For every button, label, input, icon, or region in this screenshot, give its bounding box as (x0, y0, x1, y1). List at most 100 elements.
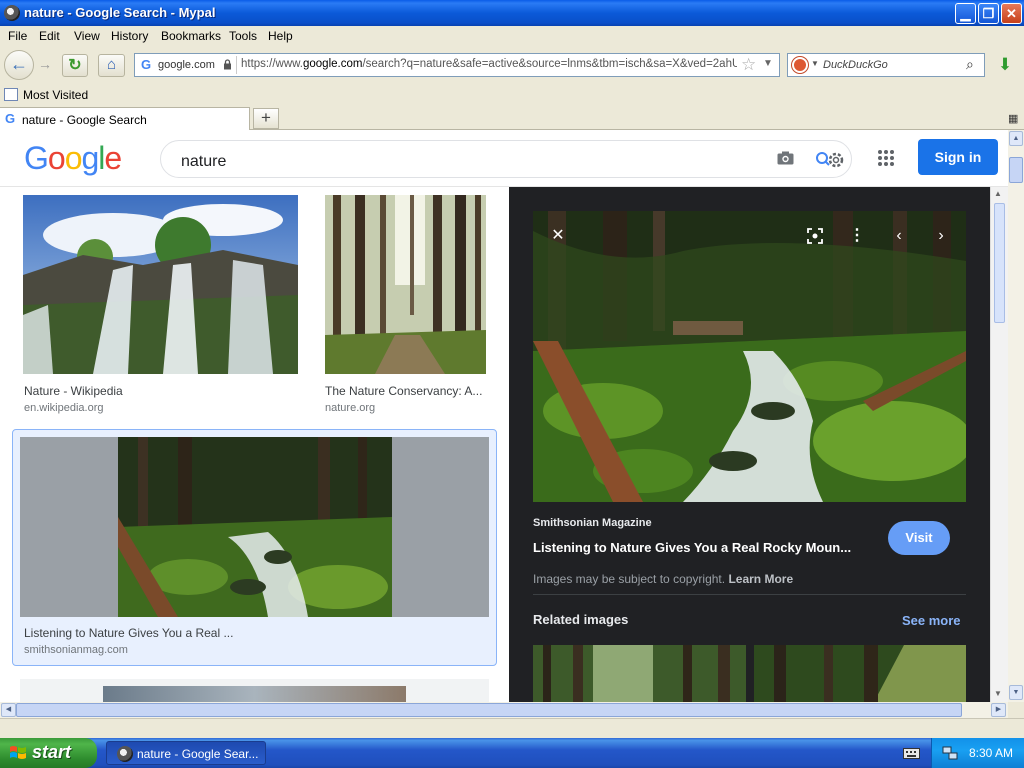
copyright-notice: Images may be subject to copyright. Lear… (533, 572, 794, 586)
taskbar-item-mypal[interactable]: nature - Google Sear... (106, 741, 266, 765)
visit-button[interactable]: Visit (888, 521, 950, 555)
result-source[interactable]: en.wikipedia.org (24, 402, 104, 414)
clock[interactable]: 8:30 AM (969, 746, 1013, 760)
menu-tools[interactable]: Tools (229, 29, 257, 43)
page-scroll-up-icon[interactable]: ▲ (1009, 131, 1023, 146)
page-content: Google nature Sign in Nature - Wikipedia… (0, 130, 1008, 702)
related-images-heading: Related images (533, 612, 629, 627)
result-source[interactable]: nature.org (325, 402, 375, 414)
engine-dropdown-icon[interactable]: ▼ (811, 59, 819, 68)
duckduckgo-icon[interactable] (792, 57, 808, 73)
url-dropdown-icon[interactable]: ▼ (763, 58, 773, 69)
search-magnifier-icon[interactable]: ⌕ (966, 56, 974, 73)
menu-file[interactable]: File (8, 29, 27, 43)
close-preview-icon[interactable]: ✕ (544, 222, 572, 250)
page-vertical-scrollbar[interactable]: ▲ ▼ (1008, 130, 1024, 702)
previous-image-icon[interactable]: ‹ (885, 222, 913, 250)
reload-button[interactable]: ↻ (62, 54, 88, 77)
scroll-up-icon[interactable]: ▲ (994, 189, 1002, 198)
mypal-app-icon (4, 5, 20, 21)
menu-view[interactable]: View (74, 29, 100, 43)
result-title[interactable]: Listening to Nature Gives You a Real ... (24, 626, 324, 640)
system-tray: 8:30 AM (931, 738, 1024, 768)
result-thumbnail-next[interactable] (20, 679, 489, 702)
preview-scroll-thumb[interactable] (994, 203, 1005, 323)
preview-source[interactable]: Smithsonian Magazine (533, 517, 652, 529)
search-engine-placeholder[interactable]: DuckDuckGo (823, 59, 888, 71)
network-icon[interactable] (942, 745, 958, 761)
start-label: start (32, 742, 72, 762)
start-button[interactable]: start (0, 738, 97, 768)
result-thumbnail-forest-path[interactable] (325, 195, 486, 374)
page-hscroll-thumb[interactable] (16, 703, 962, 717)
google-search-box[interactable]: nature (160, 140, 852, 178)
result-thumbnail-stream[interactable] (20, 437, 489, 617)
result-thumbnail-waterfall[interactable] (23, 195, 298, 374)
menu-edit[interactable]: Edit (39, 29, 60, 43)
home-button[interactable]: ⌂ (98, 54, 125, 77)
related-image-2[interactable] (754, 645, 966, 702)
related-sunbeam-forest-image (754, 645, 966, 702)
preview-image[interactable] (533, 211, 966, 502)
learn-more-link[interactable]: Learn More (728, 572, 793, 586)
status-bar (0, 718, 1024, 738)
menu-bookmarks[interactable]: Bookmarks (161, 29, 221, 43)
google-favicon-icon: G (141, 57, 152, 72)
google-apps-icon[interactable] (877, 149, 895, 167)
lock-icon (224, 59, 231, 70)
sign-in-button[interactable]: Sign in (918, 139, 998, 175)
back-button[interactable]: ← (4, 50, 34, 80)
page-horizontal-scrollbar[interactable]: ◀ ▶ (0, 702, 1008, 718)
tab-list-icon[interactable]: ▦ (1008, 112, 1018, 125)
search-engine-bar[interactable]: ▼ DuckDuckGo ⌕ (787, 53, 985, 77)
search-query[interactable]: nature (181, 153, 226, 171)
new-tab-button[interactable]: + (253, 108, 279, 129)
reload-icon: ↻ (68, 57, 82, 74)
close-window-button[interactable]: ✕ (1001, 3, 1022, 24)
address-bar[interactable]: G google.com https://www.google.com/sear… (134, 53, 780, 77)
page-scroll-thumb[interactable] (1009, 157, 1023, 183)
window-title-bar[interactable]: nature - Google Search - Mypal ▁ ❐ ✕ (0, 0, 1024, 26)
related-image-1[interactable] (533, 645, 746, 702)
keyboard-icon[interactable] (903, 746, 920, 760)
preview-stream-image (533, 211, 966, 502)
minimize-button[interactable]: ▁ (955, 3, 976, 24)
page-scroll-down-icon[interactable]: ▼ (1009, 685, 1023, 700)
url-text[interactable]: https://www.google.com/search?q=nature&s… (241, 58, 737, 70)
windows-taskbar: start nature - Google Sear... 8:30 AM (0, 738, 1024, 768)
scroll-down-icon[interactable]: ▼ (994, 689, 1002, 698)
result-source[interactable]: smithsonianmag.com (24, 644, 128, 656)
more-options-icon[interactable]: ⋮ (843, 222, 871, 250)
result-title[interactable]: Nature - Wikipedia (24, 384, 296, 398)
see-more-link[interactable]: See more (902, 613, 961, 628)
google-favicon-icon: G (5, 111, 16, 126)
preview-scrollbar[interactable]: ▲ ▼ (990, 187, 1008, 702)
maximize-button[interactable]: ❐ (978, 3, 999, 24)
forest-path-image (325, 195, 486, 374)
preview-title[interactable]: Listening to Nature Gives You a Real Roc… (533, 540, 873, 555)
camera-icon[interactable] (777, 151, 794, 165)
search-settings-icon[interactable] (815, 150, 845, 170)
lens-search-icon[interactable] (801, 222, 829, 250)
google-header: Google nature Sign in (0, 130, 1008, 187)
menu-history[interactable]: History (111, 29, 148, 43)
tab-google-search[interactable]: G nature - Google Search (0, 107, 250, 130)
tab-title: nature - Google Search (22, 113, 147, 127)
google-logo[interactable]: Google (24, 140, 122, 177)
site-identity-chip[interactable]: G google.com (137, 56, 237, 74)
menu-help[interactable]: Help (268, 29, 293, 43)
mossy-stream-image (20, 437, 489, 617)
navigation-toolbar: ← → ↻ ⌂ G google.com https://www.google.… (0, 46, 1024, 84)
bookmark-star-icon[interactable]: ☆ (741, 55, 756, 75)
page-scroll-left-icon[interactable]: ◀ (1, 703, 16, 717)
download-arrow-icon[interactable]: ⬇ (992, 54, 1018, 77)
waterfall-image (23, 195, 298, 374)
bookmark-most-visited[interactable]: Most Visited (23, 88, 88, 102)
page-scroll-right-icon[interactable]: ▶ (991, 703, 1006, 717)
result-title[interactable]: The Nature Conservancy: A... (325, 384, 487, 398)
next-image-icon[interactable]: › (927, 222, 955, 250)
tab-bar: G nature - Google Search + ▦ (0, 106, 1024, 130)
forward-button[interactable]: → (34, 54, 56, 76)
forward-arrow-icon: → (38, 56, 52, 72)
most-visited-folder-icon (4, 88, 18, 101)
